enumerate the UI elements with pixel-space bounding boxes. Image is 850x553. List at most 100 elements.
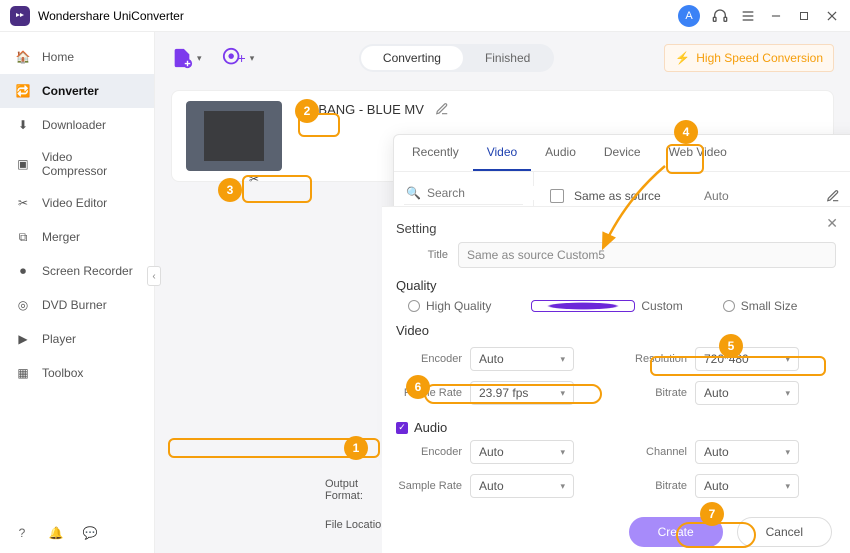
sidebar-item-merger[interactable]: ⧉ Merger: [0, 220, 154, 254]
add-file-button[interactable]: ▾: [171, 47, 202, 69]
audio-header: Audio: [414, 420, 447, 435]
settings-header: Setting: [396, 221, 836, 236]
audio-samplerate-select[interactable]: Auto▾: [470, 474, 574, 498]
sidebar-item-label: Home: [42, 50, 74, 64]
quality-custom[interactable]: Custom: [531, 299, 682, 313]
converter-icon: 🔁: [14, 82, 32, 100]
audio-bitrate-select[interactable]: Auto▾: [695, 474, 799, 498]
quality-high[interactable]: High Quality: [408, 299, 491, 313]
sidebar-item-recorder[interactable]: ⏺ Screen Recorder: [0, 254, 154, 288]
hsc-label: High Speed Conversion: [696, 51, 823, 65]
audio-channel-select[interactable]: Auto▾: [695, 440, 799, 464]
video-bitrate-select[interactable]: Auto▾: [695, 381, 799, 405]
callout-1: 1: [344, 436, 368, 460]
field-label: Resolution: [621, 353, 687, 365]
sidebar-item-label: Player: [42, 332, 76, 346]
quality-header: Quality: [396, 278, 836, 293]
sidebar-item-dvd[interactable]: ◎ DVD Burner: [0, 288, 154, 322]
settings-close-icon[interactable]: ✕: [826, 215, 838, 232]
audio-encoder-select[interactable]: Auto▾: [470, 440, 574, 464]
video-framerate-select[interactable]: 23.97 fps▾: [470, 381, 574, 405]
pop-tab-video[interactable]: Video: [473, 135, 531, 171]
sidebar-item-label: Toolbox: [42, 366, 83, 380]
editor-icon: ✂: [14, 194, 32, 212]
trim-icon[interactable]: ✂: [246, 171, 262, 187]
field-label: Sample Rate: [396, 480, 462, 492]
sidebar-item-home[interactable]: 🏠 Home: [0, 40, 154, 74]
merger-icon: ⧉: [14, 228, 32, 246]
sidebar-item-editor[interactable]: ✂ Video Editor: [0, 186, 154, 220]
callout-5: 5: [719, 334, 743, 358]
callout-7: 7: [700, 502, 724, 526]
sidebar-item-compressor[interactable]: ▣ Video Compressor: [0, 142, 154, 186]
preset-resolution: Auto: [704, 189, 820, 203]
format-search[interactable]: 🔍: [404, 182, 523, 205]
callout-2: 2: [295, 99, 319, 123]
pop-tab-recently[interactable]: Recently: [398, 135, 473, 171]
close-icon[interactable]: [824, 8, 840, 24]
sidebar-item-label: Video Editor: [42, 196, 107, 210]
sidebar-item-toolbox[interactable]: ▦ Toolbox: [0, 356, 154, 390]
app-title: Wondershare UniConverter: [38, 9, 184, 23]
quality-small[interactable]: Small Size: [723, 299, 798, 313]
field-label: Bitrate: [621, 387, 687, 399]
field-label: Bitrate: [621, 480, 687, 492]
user-avatar[interactable]: A: [678, 5, 700, 27]
radio-label: Custom: [641, 299, 682, 313]
pop-tab-web[interactable]: Web Video: [655, 135, 741, 171]
sidebar-item-label: Converter: [42, 84, 99, 98]
field-label: Encoder: [396, 446, 462, 458]
bell-icon[interactable]: 🔔: [48, 525, 64, 541]
callout-4: 4: [674, 120, 698, 144]
sidebar: 🏠 Home 🔁 Converter ⬇ Downloader ▣ Video Comp…: [0, 32, 155, 553]
video-resolution-select[interactable]: 720*480▾: [695, 347, 799, 371]
callout-3: 3: [218, 178, 242, 202]
high-speed-button[interactable]: ⚡ High Speed Conversion: [664, 44, 834, 72]
headset-icon[interactable]: [712, 8, 728, 24]
sidebar-item-downloader[interactable]: ⬇ Downloader: [0, 108, 154, 142]
toolbox-icon: ▦: [14, 364, 32, 382]
search-icon: 🔍: [406, 186, 421, 200]
bolt-icon: ⚡: [675, 51, 690, 65]
callout-6: 6: [406, 375, 430, 399]
chat-icon[interactable]: 💬: [82, 525, 98, 541]
video-encoder-select[interactable]: Auto▾: [470, 347, 574, 371]
audio-enable-checkbox[interactable]: [396, 422, 408, 434]
app-logo: [10, 6, 30, 26]
settings-title-label: Title: [396, 249, 448, 261]
compressor-icon: ▣: [14, 155, 32, 173]
home-icon: 🏠: [14, 48, 32, 66]
field-label: Channel: [621, 446, 687, 458]
video-thumbnail[interactable]: [186, 101, 282, 171]
add-dvd-button[interactable]: + ▾: [222, 47, 255, 69]
tab-finished[interactable]: Finished: [463, 46, 552, 70]
sidebar-item-label: DVD Burner: [42, 298, 107, 312]
dvd-icon: ◎: [14, 296, 32, 314]
field-label: Encoder: [396, 353, 462, 365]
radio-label: Small Size: [741, 299, 798, 313]
pop-tab-audio[interactable]: Audio: [531, 135, 590, 171]
help-icon[interactable]: ?: [14, 525, 30, 541]
recorder-icon: ⏺: [14, 262, 32, 280]
sidebar-item-label: Merger: [42, 230, 80, 244]
menu-icon[interactable]: [740, 8, 756, 24]
cancel-button[interactable]: Cancel: [737, 517, 832, 547]
player-icon: ▶: [14, 330, 32, 348]
sidebar-item-label: Downloader: [42, 118, 106, 132]
sidebar-item-converter[interactable]: 🔁 Converter: [0, 74, 154, 108]
maximize-icon[interactable]: [796, 8, 812, 24]
download-icon: ⬇: [14, 116, 32, 134]
edit-title-icon[interactable]: [434, 101, 450, 117]
sidebar-item-label: Video Compressor: [42, 150, 140, 178]
video-header: Video: [396, 323, 836, 338]
minimize-icon[interactable]: [768, 8, 784, 24]
pop-tab-device[interactable]: Device: [590, 135, 655, 171]
sidebar-item-label: Screen Recorder: [42, 264, 133, 278]
preset-name: Same as source: [574, 189, 704, 203]
titlebar: Wondershare UniConverter A: [0, 0, 850, 32]
preset-icon: [550, 189, 564, 203]
radio-label: High Quality: [426, 299, 491, 313]
sidebar-item-player[interactable]: ▶ Player: [0, 322, 154, 356]
settings-title-input[interactable]: Same as source Custom5: [458, 242, 836, 268]
tab-converting[interactable]: Converting: [361, 46, 463, 70]
